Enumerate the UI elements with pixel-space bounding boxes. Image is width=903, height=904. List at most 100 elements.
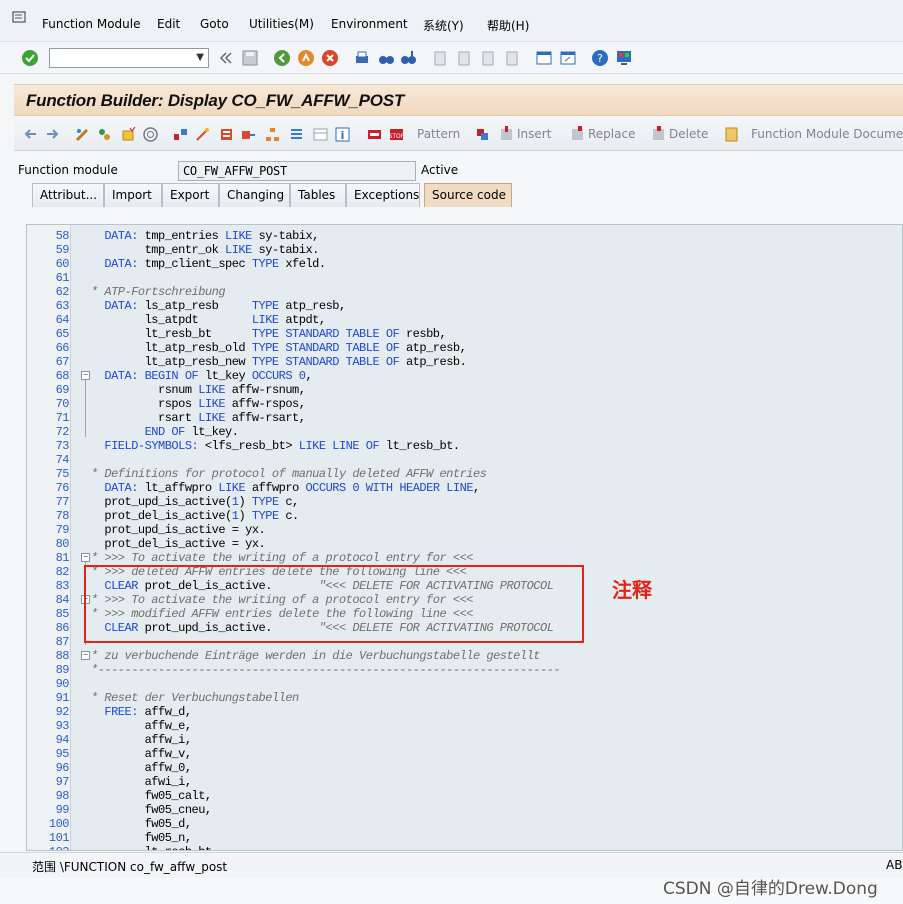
code-line[interactable]: 102 lt_resb_bt, (27, 845, 902, 850)
tab-attributes[interactable]: Attribut... (32, 183, 104, 207)
menu-utilities[interactable]: Utilities(M) (249, 17, 314, 31)
code-line[interactable]: 80 prot_del_is_active = yx. (27, 537, 902, 551)
code-line[interactable]: 81 − * >>> To activate the writing of a pr… (27, 551, 902, 565)
insert-button[interactable]: Insert (517, 127, 551, 141)
code-line[interactable]: 91 * Reset der Verbuchungstabellen (27, 691, 902, 705)
fold-toggle-icon[interactable]: − (81, 371, 90, 380)
delete-icon[interactable] (650, 126, 667, 143)
navigation-window-icon[interactable] (240, 126, 257, 143)
code-line[interactable]: 79 prot_upd_is_active = yx. (27, 523, 902, 537)
code-line[interactable]: 75 * Definitions for protocol of manually… (27, 467, 902, 481)
dropdown-arrow-icon[interactable]: ▼ (196, 52, 204, 63)
code-line[interactable]: 63 DATA: ls_atp_resb TYPE atp_resb, (27, 299, 902, 313)
code-line[interactable]: 77 prot_upd_is_active(1) TYPE c, (27, 495, 902, 509)
find-icon[interactable] (376, 48, 396, 68)
help-icon[interactable]: ? (590, 48, 610, 68)
previous-page-icon[interactable] (454, 48, 474, 68)
stack-icon[interactable] (288, 126, 305, 143)
code-line[interactable]: 94 affw_i, (27, 733, 902, 747)
code-line[interactable]: 93 affw_e, (27, 719, 902, 733)
code-line[interactable]: 92 FREE: affw_d, (27, 705, 902, 719)
fold-toggle-icon[interactable]: − (81, 553, 90, 562)
code-line[interactable]: 74 (27, 453, 902, 467)
exit-icon[interactable] (296, 48, 316, 68)
enter-check-icon[interactable] (20, 48, 40, 68)
menu-help[interactable]: 帮助(H) (487, 17, 529, 34)
menu-window-icon[interactable] (12, 11, 28, 25)
new-session-icon[interactable] (534, 48, 554, 68)
next-page-icon[interactable] (478, 48, 498, 68)
code-line[interactable]: 100 fw05_d, (27, 817, 902, 831)
find-next-icon[interactable] (398, 48, 418, 68)
first-page-icon[interactable] (430, 48, 450, 68)
code-line[interactable]: 58 DATA: tmp_entries LIKE sy-tabix, (27, 229, 902, 243)
code-line[interactable]: 61 (27, 271, 902, 285)
last-page-icon[interactable] (502, 48, 522, 68)
code-line[interactable]: 60 DATA: tmp_client_spec TYPE xfeld. (27, 257, 902, 271)
code-line[interactable]: 90 (27, 677, 902, 691)
code-line[interactable]: 67 lt_atp_resb_new TYPE STANDARD TABLE O… (27, 355, 902, 369)
fold-toggle-icon[interactable]: − (81, 651, 90, 660)
code-line[interactable]: 73 FIELD-SYMBOLS: <lfs_resb_bt> LIKE LIN… (27, 439, 902, 453)
tab-export[interactable]: Export (162, 183, 219, 207)
replace-button[interactable]: Replace (588, 127, 635, 141)
check-object-icon[interactable] (120, 126, 137, 143)
code-line[interactable]: 59 tmp_entr_ok LIKE sy-tabix. (27, 243, 902, 257)
customize-layout-icon[interactable] (614, 48, 634, 68)
cancel-icon[interactable] (320, 48, 340, 68)
code-line[interactable]: 89 *-------------------------------------… (27, 663, 902, 677)
code-line[interactable]: 62 * ATP-Fortschreibung (27, 285, 902, 299)
print-icon[interactable] (352, 48, 372, 68)
tab-changing[interactable]: Changing (219, 183, 290, 207)
tab-exceptions[interactable]: Exceptions (346, 183, 420, 207)
active-inactive-icon[interactable] (96, 126, 113, 143)
menu-edit[interactable]: Edit (157, 17, 180, 31)
delete-button[interactable]: Delete (669, 127, 708, 141)
code-editor[interactable]: 58 DATA: tmp_entries LIKE sy-tabix, 59 tm… (26, 224, 903, 851)
tab-source-code[interactable]: Source code (424, 183, 512, 207)
pattern-button[interactable]: Pattern (417, 127, 460, 141)
code-line[interactable]: 76 DATA: lt_affwpro LIKE affwpro OCCURS … (27, 481, 902, 495)
replace-icon[interactable] (569, 126, 586, 143)
code-line[interactable]: 69 rsnum LIKE affw-rsnum, (27, 383, 902, 397)
object-list-icon[interactable] (218, 126, 235, 143)
code-line[interactable]: 98 fw05_calt, (27, 789, 902, 803)
code-line[interactable]: 72 END OF lt_key. (27, 425, 902, 439)
code-line[interactable]: 78 prot_del_is_active(1) TYPE c. (27, 509, 902, 523)
forward-arrow-icon[interactable] (44, 126, 61, 143)
documentation-button[interactable]: Function Module Documentation (751, 127, 903, 141)
hierarchy-icon[interactable] (264, 126, 281, 143)
shortcut-icon[interactable] (558, 48, 578, 68)
tab-import[interactable]: Import (104, 183, 162, 207)
display-change-icon[interactable] (74, 126, 91, 143)
code-line[interactable]: 95 affw_v, (27, 747, 902, 761)
tab-tables[interactable]: Tables (290, 183, 346, 207)
code-line[interactable]: 96 affw_0, (27, 761, 902, 775)
code-line[interactable]: 70 rspos LIKE affw-rspos, (27, 397, 902, 411)
menu-system[interactable]: 系统(Y) (423, 17, 464, 34)
code-line[interactable]: 88 − * zu verbuchende Einträge werden in d… (27, 649, 902, 663)
stop-icon[interactable]: STOP (388, 126, 405, 143)
activate-icon[interactable] (142, 126, 159, 143)
save-icon[interactable] (240, 48, 260, 68)
code-line[interactable]: 64 ls_atpdt LIKE atpdt, (27, 313, 902, 327)
double-chevron-left-icon[interactable] (216, 48, 236, 68)
where-used-icon[interactable] (172, 126, 189, 143)
function-module-field[interactable]: CO_FW_AFFW_POST (178, 161, 416, 181)
code-line[interactable]: 99 fw05_cneu, (27, 803, 902, 817)
cut-icon[interactable] (474, 126, 491, 143)
menu-goto[interactable]: Goto (200, 17, 229, 31)
documentation-icon[interactable] (723, 126, 740, 143)
code-line[interactable]: 66 lt_atp_resb_old TYPE STANDARD TABLE O… (27, 341, 902, 355)
code-line[interactable]: 97 afwi_i, (27, 775, 902, 789)
magic-wand-icon[interactable] (194, 126, 211, 143)
pretty-printer-icon[interactable] (366, 126, 383, 143)
back-icon[interactable] (272, 48, 292, 68)
code-line[interactable]: 65 lt_resb_bt TYPE STANDARD TABLE OF res… (27, 327, 902, 341)
insert-icon[interactable] (498, 126, 515, 143)
code-line[interactable]: 101 fw05_n, (27, 831, 902, 845)
menu-environment[interactable]: Environment (331, 17, 408, 31)
back-arrow-icon[interactable] (22, 126, 39, 143)
menu-function-module[interactable]: Function Module (42, 17, 141, 31)
code-line[interactable]: 68 − DATA: BEGIN OF lt_key OCCURS 0, (27, 369, 902, 383)
